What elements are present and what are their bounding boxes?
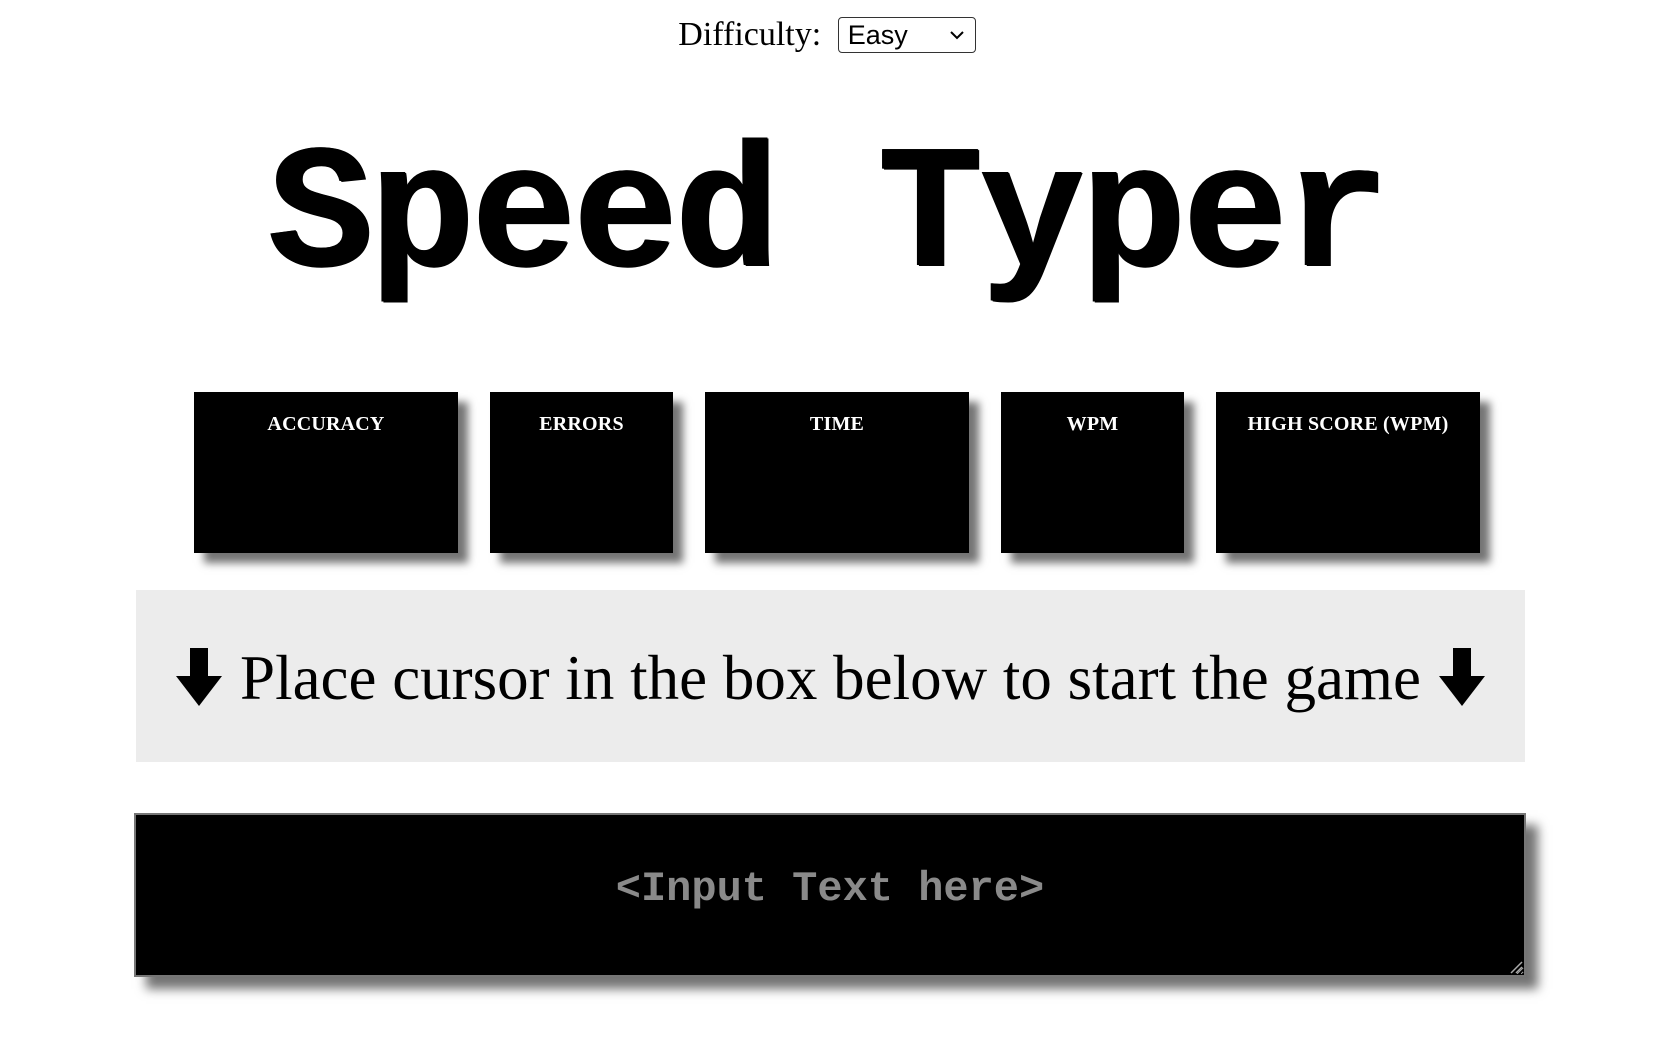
stat-high-score-label: HIGH SCORE (WPM)	[1247, 413, 1449, 435]
difficulty-control: Difficulty: Easy	[0, 14, 1654, 54]
difficulty-label: Difficulty:	[678, 16, 822, 54]
resize-grip-icon[interactable]	[1509, 960, 1523, 974]
stat-high-score: HIGH SCORE (WPM)	[1216, 392, 1480, 553]
chevron-down-icon	[949, 31, 964, 40]
difficulty-selected-value: Easy	[847, 20, 908, 51]
stat-wpm: WPM	[1001, 392, 1184, 553]
instruction-text: Place cursor in the box below to start t…	[240, 642, 1421, 713]
typing-input[interactable]	[134, 813, 1526, 977]
typing-input-container	[134, 813, 1526, 977]
stat-accuracy-label: ACCURACY	[267, 413, 385, 435]
stat-time-label: TIME	[809, 413, 865, 435]
stat-errors-label: ERRORS	[539, 413, 624, 435]
stat-wpm-label: WPM	[1066, 413, 1119, 435]
instruction-banner: Place cursor in the box below to start t…	[136, 590, 1525, 762]
page-title: Speed Typer	[268, 118, 1390, 318]
stat-accuracy: ACCURACY	[194, 392, 458, 553]
arrow-down-icon	[176, 647, 223, 706]
stat-errors: ERRORS	[490, 392, 673, 553]
difficulty-select[interactable]: Easy	[837, 17, 976, 54]
arrow-down-icon	[1438, 647, 1485, 706]
stat-time: TIME	[705, 392, 969, 553]
